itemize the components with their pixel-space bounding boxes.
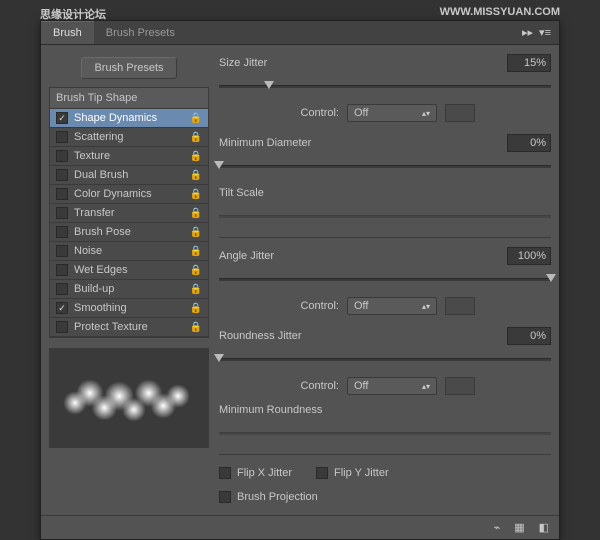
lock-icon[interactable]: 🔒 [190,246,202,257]
option-transfer[interactable]: Transfer🔒 [50,204,208,223]
delete-icon[interactable]: ◧ [539,521,549,534]
roundness-jitter-slider[interactable] [219,352,551,366]
lock-icon[interactable]: 🔒 [190,113,202,124]
lock-icon[interactable]: 🔒 [190,303,202,314]
control-extra-box [445,297,475,315]
tab-brush-presets[interactable]: Brush Presets [94,22,187,44]
lock-icon[interactable]: 🔒 [190,322,202,333]
checkbox-icon[interactable] [56,321,68,333]
brush-projection-checkbox[interactable]: Brush Projection [219,491,318,503]
control-extra-box [445,377,475,395]
angle-jitter-slider[interactable] [219,272,551,286]
checkbox-icon[interactable] [56,169,68,181]
checkbox-icon[interactable] [56,283,68,295]
lock-icon[interactable]: 🔒 [190,151,202,162]
brush-option-list: Brush Tip Shape Shape Dynamics🔒 Scatteri… [49,87,209,338]
tilt-scale-label: Tilt Scale [219,187,339,199]
flip-x-jitter-checkbox[interactable]: Flip X Jitter [219,467,292,479]
option-brush-pose[interactable]: Brush Pose🔒 [50,223,208,242]
option-buildup[interactable]: Build-up🔒 [50,280,208,299]
flip-y-jitter-checkbox[interactable]: Flip Y Jitter [316,467,389,479]
checkbox-icon[interactable] [56,302,68,314]
checkbox-icon [316,467,328,479]
checkbox-icon[interactable] [56,150,68,162]
toggle-icon[interactable]: ⌁ [494,521,501,534]
lock-icon[interactable]: 🔒 [190,265,202,276]
tab-brush[interactable]: Brush [41,21,94,44]
control-label: Control: [219,107,339,119]
checkbox-icon [219,491,231,503]
angle-control-dropdown[interactable]: Off▴▾ [347,297,437,315]
left-column: Brush Presets Brush Tip Shape Shape Dyna… [49,53,209,507]
checkbox-icon[interactable] [56,245,68,257]
roundness-jitter-value[interactable]: 0% [507,327,551,345]
lock-icon[interactable]: 🔒 [190,132,202,143]
brush-presets-button[interactable]: Brush Presets [81,57,176,79]
min-roundness-slider [219,426,551,440]
option-texture[interactable]: Texture🔒 [50,147,208,166]
panel-footer: ⌁ ▦ ◧ [41,515,559,539]
lock-icon[interactable]: 🔒 [190,189,202,200]
lock-icon[interactable]: 🔒 [190,284,202,295]
chevron-updown-icon: ▴▾ [422,109,430,118]
chevron-updown-icon: ▴▾ [422,382,430,391]
size-control-dropdown[interactable]: Off▴▾ [347,104,437,122]
expand-icon[interactable]: ▸▸ [522,26,533,39]
option-shape-dynamics[interactable]: Shape Dynamics🔒 [50,109,208,128]
settings-column: Size Jitter 15% Control: Off▴▾ Minimum Dia… [219,53,551,507]
checkbox-icon[interactable] [56,112,68,124]
option-dual-brush[interactable]: Dual Brush🔒 [50,166,208,185]
checkbox-icon[interactable] [56,207,68,219]
tab-bar: Brush Brush Presets ▸▸ ▾≡ [41,21,559,45]
checkbox-icon[interactable] [56,226,68,238]
checkbox-icon[interactable] [56,264,68,276]
size-jitter-value[interactable]: 15% [507,54,551,72]
brush-panel: Brush Brush Presets ▸▸ ▾≡ Brush Presets … [40,20,560,540]
menu-icon[interactable]: ▾≡ [539,26,551,39]
control-extra-box [445,104,475,122]
min-diameter-slider[interactable] [219,159,551,173]
min-roundness-label: Minimum Roundness [219,404,339,416]
roundness-control-dropdown[interactable]: Off▴▾ [347,377,437,395]
min-diameter-label: Minimum Diameter [219,137,339,149]
option-scattering[interactable]: Scattering🔒 [50,128,208,147]
option-brush-tip-shape[interactable]: Brush Tip Shape [50,88,208,109]
control-label: Control: [219,380,339,392]
angle-jitter-value[interactable]: 100% [507,247,551,265]
brush-preview [49,348,209,448]
checkbox-icon [219,467,231,479]
option-noise[interactable]: Noise🔒 [50,242,208,261]
option-protect-texture[interactable]: Protect Texture🔒 [50,318,208,337]
lock-icon[interactable]: 🔒 [190,208,202,219]
lock-icon[interactable]: 🔒 [190,227,202,238]
option-color-dynamics[interactable]: Color Dynamics🔒 [50,185,208,204]
tilt-scale-slider [219,209,551,223]
checkbox-icon[interactable] [56,188,68,200]
control-label: Control: [219,300,339,312]
option-smoothing[interactable]: Smoothing🔒 [50,299,208,318]
chevron-updown-icon: ▴▾ [422,302,430,311]
size-jitter-label: Size Jitter [219,57,339,69]
new-preset-icon[interactable]: ▦ [514,521,524,534]
roundness-jitter-label: Roundness Jitter [219,330,339,342]
angle-jitter-label: Angle Jitter [219,250,339,262]
size-jitter-slider[interactable] [219,79,551,93]
option-wet-edges[interactable]: Wet Edges🔒 [50,261,208,280]
checkbox-icon[interactable] [56,131,68,143]
min-diameter-value[interactable]: 0% [507,134,551,152]
lock-icon[interactable]: 🔒 [190,170,202,181]
